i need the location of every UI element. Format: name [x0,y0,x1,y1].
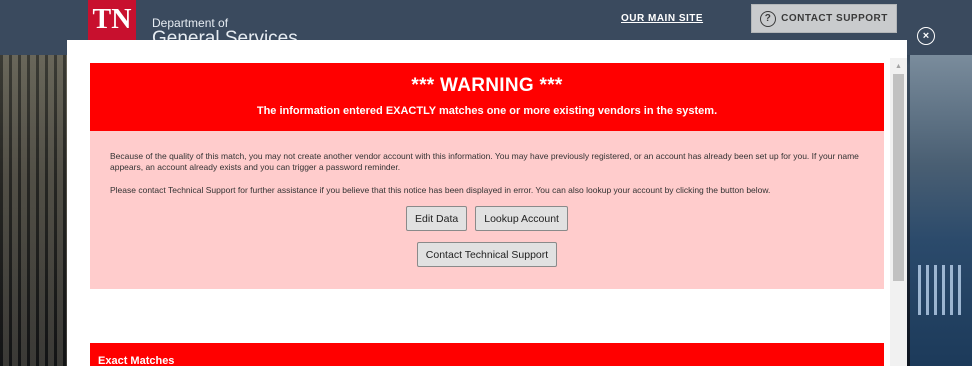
warning-subtitle: The information entered EXACTLY matches … [256,105,718,117]
contact-technical-support-button[interactable]: Contact Technical Support [416,242,558,267]
warning-body: Because of the quality of this match, yo… [90,131,884,289]
close-icon[interactable]: × [917,27,935,45]
warning-paragraph-1: Because of the quality of this match, yo… [110,151,859,172]
support-button-row: Contact Technical Support [110,242,864,267]
background-bridge-left [0,55,70,366]
vendor-warning-modal: *** WARNING *** The information entered … [67,40,907,366]
warning-paragraph-2: Please contact Technical Support for fur… [110,185,771,195]
our-main-site-link[interactable]: OUR MAIN SITE [621,13,703,24]
modal-scrollbar[interactable]: ▲ [890,58,907,366]
contact-support-button[interactable]: ? CONTACT SUPPORT [751,4,897,33]
edit-data-button[interactable]: Edit Data [406,206,468,231]
tn-logo[interactable]: TN [88,0,136,40]
warning-title: *** WARNING *** [411,75,563,96]
lookup-account-button[interactable]: Lookup Account [475,206,568,231]
action-buttons-row: Edit Data Lookup Account [110,206,864,231]
warning-header: *** WARNING *** The information entered … [90,63,884,131]
warning-box: *** WARNING *** The information entered … [90,63,884,289]
scroll-up-arrow-icon[interactable]: ▲ [890,60,907,72]
contact-support-label: CONTACT SUPPORT [781,13,888,24]
scrollbar-thumb[interactable] [893,74,904,281]
exact-matches-header: Exact Matches [90,343,884,366]
question-circle-icon: ? [760,10,777,27]
background-building-right [910,55,972,366]
